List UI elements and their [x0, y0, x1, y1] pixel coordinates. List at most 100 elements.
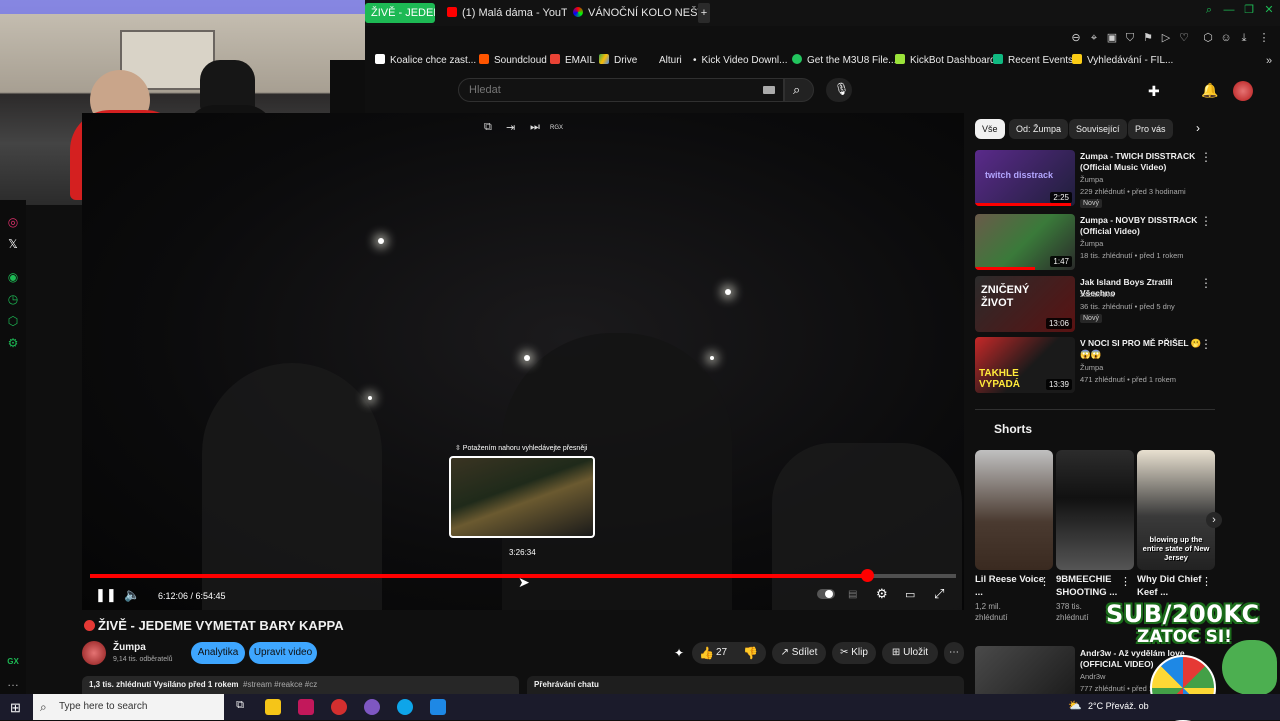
- clip-button[interactable]: ✂ Klip: [832, 642, 876, 664]
- theater-mode-icon[interactable]: ▭: [905, 587, 915, 603]
- profile-icon[interactable]: ☺: [1220, 32, 1232, 44]
- instagram-icon[interactable]: ◎: [6, 215, 20, 229]
- subtitles-icon[interactable]: ▤: [848, 587, 857, 603]
- pin-icon[interactable]: ⌖: [1088, 32, 1100, 44]
- channel-avatar[interactable]: [82, 641, 106, 665]
- short-thumbnail[interactable]: [975, 450, 1053, 570]
- description-box[interactable]: 1,3 tis. zhlédnutí Vysíláno před 1 rokem…: [82, 676, 519, 694]
- bookmark-recent-events[interactable]: Recent Events: [993, 53, 1073, 69]
- chevron-right-icon[interactable]: ›: [1196, 121, 1200, 135]
- fullscreen-icon[interactable]: ⤢: [934, 586, 944, 602]
- x-icon[interactable]: 𝕏: [6, 237, 20, 251]
- chip-all[interactable]: Vše: [975, 119, 1005, 139]
- save-button[interactable]: ⊞ Uložit: [882, 642, 938, 664]
- search-tabs-icon[interactable]: ⌕: [1203, 4, 1215, 16]
- recommended-item[interactable]: ZNIČENÝ ŽIVOT 13:06 Jak Island Boys Ztra…: [975, 276, 1220, 334]
- menu-icon[interactable]: ⋮: [1258, 32, 1270, 44]
- dislike-icon[interactable]: 👎: [743, 642, 758, 664]
- chat-replay-box[interactable]: Přehrávání chatu: [527, 676, 964, 694]
- new-tab-button[interactable]: +: [698, 3, 710, 23]
- settings-gear-icon[interactable]: ⚙: [876, 586, 888, 602]
- recommended-item[interactable]: TAKHLE VYPADÁ 13:39 V NOCI SI PRO MĚ PŘI…: [975, 337, 1220, 395]
- short-thumbnail[interactable]: [1056, 450, 1134, 570]
- notifications-bell-icon[interactable]: 🔔: [1201, 82, 1218, 99]
- more-bookmarks-icon[interactable]: »: [1263, 55, 1275, 67]
- more-vert-icon[interactable]: ⋮: [1201, 575, 1212, 588]
- app-window-icon[interactable]: [430, 699, 446, 715]
- heart-icon[interactable]: ♡: [1178, 32, 1190, 44]
- bookmark-kickbot[interactable]: KickBot Dashboard: [895, 53, 996, 69]
- shield-icon[interactable]: ⛉: [1124, 32, 1136, 44]
- opera-gx-icon[interactable]: [298, 699, 314, 715]
- tab-youtube-mala-dama[interactable]: (1) Malá dáma - YouTube: [447, 3, 567, 23]
- rgx-button[interactable]: RGX: [550, 125, 563, 131]
- sidebar-more-icon[interactable]: …: [6, 675, 20, 689]
- more-vert-icon[interactable]: ⋮: [1120, 575, 1131, 588]
- task-view-icon[interactable]: ⧉: [232, 699, 248, 715]
- more-vert-icon[interactable]: ⋮: [1200, 337, 1212, 351]
- file-explorer-icon[interactable]: [265, 699, 281, 715]
- short-thumbnail[interactable]: blowing up the entire state of New Jerse…: [1137, 450, 1215, 570]
- bookmark-icon[interactable]: ⚑: [1142, 32, 1154, 44]
- bookmark-soundcloud[interactable]: Soundcloud: [479, 53, 547, 69]
- pause-button[interactable]: ❚❚: [95, 587, 117, 603]
- taskbar-search[interactable]: Type here to search: [33, 694, 224, 720]
- search-box[interactable]: [458, 78, 784, 102]
- close-window-icon[interactable]: ✕: [1263, 4, 1275, 16]
- tab-live-stream[interactable]: ŽIVĚ - JEDEME VY: [365, 3, 435, 23]
- extensions-sidebar-icon[interactable]: ⬡: [6, 314, 20, 328]
- account-avatar[interactable]: [1233, 81, 1253, 101]
- settings-icon[interactable]: ⚙: [6, 336, 20, 350]
- edge-icon[interactable]: [397, 699, 413, 715]
- search-input[interactable]: [459, 79, 749, 101]
- zoom-icon[interactable]: ⊖: [1070, 32, 1082, 44]
- obs-icon[interactable]: [364, 699, 380, 715]
- volume-icon[interactable]: 🔈: [124, 587, 140, 603]
- shorts-next-button[interactable]: ›: [1206, 512, 1222, 528]
- bookmark-kick-video[interactable]: • Kick Video Downl...: [693, 53, 787, 69]
- skip-next-icon[interactable]: ⏭: [530, 121, 540, 134]
- more-vert-icon[interactable]: ⋮: [1200, 150, 1212, 164]
- analytics-button[interactable]: Analytika: [191, 642, 245, 664]
- more-actions-button[interactable]: ⋯: [944, 642, 964, 664]
- maximize-icon[interactable]: ❐: [1243, 4, 1255, 16]
- more-vert-icon[interactable]: ⋮: [1200, 276, 1212, 290]
- recommended-item[interactable]: twitch disstrack 2:25 Zumpa - TWICH DISS…: [975, 150, 1220, 208]
- more-vert-icon[interactable]: ⋮: [1200, 214, 1212, 228]
- like-icon[interactable]: 👍: [699, 642, 714, 664]
- tab-vanocni-kolo[interactable]: VÁNOČNÍ KOLO NEŠTĚS: [573, 3, 698, 23]
- play-icon[interactable]: ▷: [1160, 32, 1172, 44]
- windows-start-icon[interactable]: ⊞: [10, 700, 21, 716]
- create-icon[interactable]: ✚: [1148, 83, 1160, 100]
- chip-for-you[interactable]: Pro vás: [1128, 119, 1173, 139]
- extensions-icon[interactable]: ⬡: [1202, 32, 1214, 44]
- player-icon[interactable]: ◉: [6, 270, 20, 284]
- autoplay-toggle[interactable]: [817, 589, 835, 599]
- search-button[interactable]: ⌕: [784, 78, 814, 102]
- bookmark-koalice[interactable]: Koalice chce zast...: [375, 53, 476, 69]
- channel-name[interactable]: Žumpa: [113, 642, 146, 653]
- weather-text[interactable]: 2°C Převáž. ob: [1088, 701, 1149, 711]
- history-icon[interactable]: ◷: [6, 292, 20, 306]
- voice-search-button[interactable]: 🎙: [826, 78, 852, 102]
- miniplayer-icon[interactable]: ⧉: [484, 121, 492, 134]
- exit-icon[interactable]: ⇥: [506, 121, 515, 134]
- sparkle-icon[interactable]: ✦: [674, 646, 684, 660]
- bookmark-email[interactable]: EMAIL: [550, 53, 595, 69]
- chip-related[interactable]: Související: [1069, 119, 1127, 139]
- keyboard-icon[interactable]: [763, 86, 775, 94]
- more-vert-icon[interactable]: ⋮: [1039, 575, 1050, 588]
- bookmark-alturi[interactable]: Alturi: [659, 53, 682, 69]
- bookmark-m3u8[interactable]: Get the M3U8 File...: [792, 53, 896, 69]
- minimize-icon[interactable]: —: [1223, 4, 1235, 16]
- edit-video-button[interactable]: Upravit video: [249, 642, 317, 664]
- screenshot-icon[interactable]: ▣: [1106, 32, 1118, 44]
- app-icon[interactable]: [331, 699, 347, 715]
- recommended-item[interactable]: 1:47 Zumpa - NOVBY DISSTRACK (Official V…: [975, 214, 1220, 272]
- bookmark-vyhledavani[interactable]: Vyhledávání - FIL...: [1072, 53, 1173, 69]
- share-button[interactable]: ↗ Sdílet: [772, 642, 826, 664]
- hashtags[interactable]: #stream #reakce #cz: [243, 680, 317, 689]
- chip-from-zumpa[interactable]: Od: Žumpa: [1009, 119, 1069, 139]
- scrubber-handle[interactable]: [860, 569, 874, 582]
- bookmark-drive[interactable]: Drive: [599, 53, 637, 69]
